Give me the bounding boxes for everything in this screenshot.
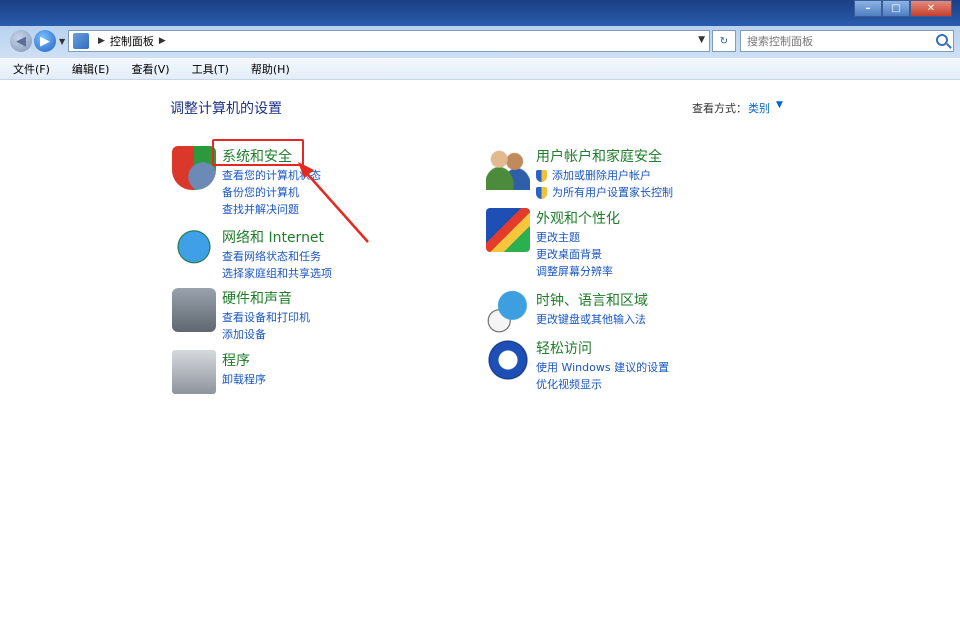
link-optimize-display[interactable]: 优化视频显示 <box>536 376 669 393</box>
link-change-theme[interactable]: 更改主题 <box>536 229 613 246</box>
appearance-icon[interactable] <box>486 208 530 252</box>
link-screen-resolution[interactable]: 调整屏幕分辨率 <box>536 263 613 280</box>
back-arrow-icon: ◀ <box>16 33 26 49</box>
link-add-device[interactable]: 添加设备 <box>222 326 310 343</box>
maximize-button[interactable]: □ <box>882 0 910 17</box>
search-input[interactable]: 搜索控制面板 <box>740 30 954 52</box>
address-dropdown-icon[interactable]: ▼ <box>698 35 705 45</box>
network-globe-icon[interactable] <box>172 227 216 271</box>
link-find-fix-problems[interactable]: 查找并解决问题 <box>222 201 321 218</box>
back-button[interactable]: ◀ <box>10 30 32 52</box>
category-title[interactable]: 外观和个性化 <box>536 208 620 228</box>
control-panel-content: 调整计算机的设置 查看方式： 类别 ▼ 系统和安全 查看您的计算机状态 备份您的… <box>6 80 954 640</box>
view-by-dropdown[interactable]: 类别 <box>748 100 770 116</box>
chevron-down-icon[interactable]: ▼ <box>776 100 783 110</box>
close-button[interactable]: ✕ <box>910 0 952 17</box>
link-keyboard-input[interactable]: 更改键盘或其他输入法 <box>536 311 646 328</box>
search-icon[interactable] <box>936 34 948 46</box>
address-bar[interactable]: ▶ 控制面板 ▶ ▼ <box>68 30 710 52</box>
link-devices-printers[interactable]: 查看设备和打印机 <box>222 309 310 326</box>
link-add-remove-users[interactable]: 添加或删除用户帐户 <box>536 167 673 184</box>
annotation-highlight-box <box>212 139 304 166</box>
category-title[interactable]: 程序 <box>222 350 250 370</box>
menu-tools[interactable]: 工具(T) <box>189 59 232 79</box>
link-homegroup-sharing[interactable]: 选择家庭组和共享选项 <box>222 265 332 282</box>
search-placeholder: 搜索控制面板 <box>747 35 813 48</box>
programs-icon[interactable] <box>172 350 216 394</box>
breadcrumb-separator-icon[interactable]: ▶ <box>98 36 105 46</box>
users-icon[interactable] <box>486 146 530 190</box>
printer-icon[interactable] <box>172 288 216 332</box>
category-title[interactable]: 硬件和声音 <box>222 288 292 308</box>
link-desktop-background[interactable]: 更改桌面背景 <box>536 246 613 263</box>
shield-icon[interactable] <box>172 146 216 190</box>
link-recommended-settings[interactable]: 使用 Windows 建议的设置 <box>536 359 669 376</box>
category-title[interactable]: 用户帐户和家庭安全 <box>536 146 662 166</box>
category-title[interactable]: 网络和 Internet <box>222 227 324 247</box>
control-panel-window: – □ ✕ ◀ ▶ ▼ ▶ 控制面板 ▶ ▼ ↻ 搜索控制面板 文件(F) 编辑… <box>0 0 960 640</box>
menu-edit[interactable]: 编辑(E) <box>69 59 113 79</box>
refresh-button[interactable]: ↻ <box>712 30 736 52</box>
menu-view[interactable]: 查看(V) <box>128 59 172 79</box>
category-title[interactable]: 轻松访问 <box>536 338 592 358</box>
minimize-button[interactable]: – <box>854 0 882 17</box>
address-toolbar: ◀ ▶ ▼ ▶ 控制面板 ▶ ▼ ↻ 搜索控制面板 <box>0 26 960 58</box>
menu-bar: 文件(F) 编辑(E) 查看(V) 工具(T) 帮助(H) <box>0 58 960 80</box>
menu-file[interactable]: 文件(F) <box>10 59 53 79</box>
view-by-label: 查看方式： <box>692 102 747 115</box>
link-parental-controls[interactable]: 为所有用户设置家长控制 <box>536 184 673 201</box>
link-network-status[interactable]: 查看网络状态和任务 <box>222 248 332 265</box>
clock-globe-icon[interactable] <box>486 290 530 334</box>
control-panel-icon <box>73 33 89 49</box>
breadcrumb-separator-icon[interactable]: ▶ <box>159 36 166 46</box>
ease-of-access-icon[interactable] <box>486 338 530 382</box>
breadcrumb-control-panel[interactable]: 控制面板 <box>110 33 154 49</box>
recent-pages-dropdown[interactable]: ▼ <box>59 37 65 46</box>
window-controls: – □ ✕ <box>854 0 952 17</box>
link-view-computer-status[interactable]: 查看您的计算机状态 <box>222 167 321 184</box>
page-title: 调整计算机的设置 <box>170 101 282 117</box>
link-backup-computer[interactable]: 备份您的计算机 <box>222 184 321 201</box>
link-uninstall-program[interactable]: 卸载程序 <box>222 371 266 388</box>
title-bar: – □ ✕ <box>0 0 960 26</box>
forward-arrow-icon: ▶ <box>40 33 50 49</box>
category-title[interactable]: 时钟、语言和区域 <box>536 290 648 310</box>
forward-button[interactable]: ▶ <box>34 30 56 52</box>
menu-help[interactable]: 帮助(H) <box>248 59 293 79</box>
